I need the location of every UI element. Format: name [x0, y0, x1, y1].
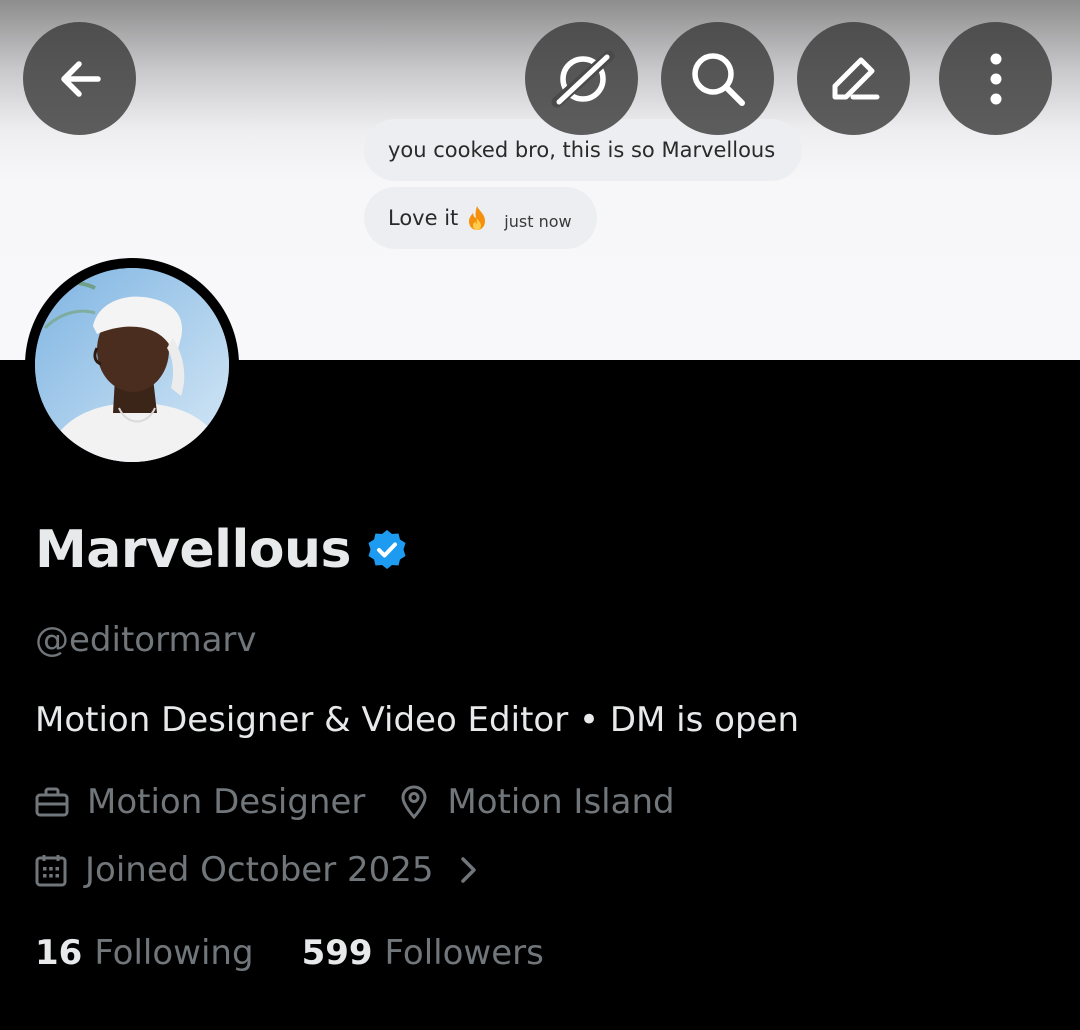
avatar[interactable]: [25, 258, 239, 472]
chat-timestamp: just now: [504, 211, 572, 231]
joined-row[interactable]: Joined October 2025: [35, 850, 498, 890]
profession-item: Motion Designer: [35, 782, 365, 822]
profile-name: Marvellous: [35, 520, 352, 580]
follow-stats: 16 Following 599 Followers: [35, 933, 544, 973]
chat-bubble-text: Love it: [388, 206, 459, 230]
edit-button[interactable]: [797, 22, 910, 135]
more-vertical-icon: [990, 53, 1001, 104]
location-item: Motion Island: [399, 782, 675, 822]
followers-label[interactable]: Followers: [385, 933, 544, 973]
followers-count[interactable]: 599: [302, 933, 373, 973]
profile-meta-row: Motion Designer Motion Island: [35, 782, 675, 822]
avatar-image: [35, 268, 229, 462]
profile-name-row: Marvellous: [35, 520, 409, 580]
location-pin-icon: [401, 785, 427, 819]
chevron-right-icon: [460, 857, 476, 883]
search-button[interactable]: [661, 22, 774, 135]
briefcase-icon: [35, 787, 69, 817]
location-text: Motion Island: [447, 782, 675, 822]
pencil-icon: [832, 57, 879, 99]
joined-text: Joined October 2025: [85, 850, 434, 890]
chat-bubble: Love it just now: [364, 187, 597, 249]
following-label[interactable]: Following: [94, 933, 253, 973]
more-options-button[interactable]: [939, 22, 1052, 135]
following-count[interactable]: 16: [35, 933, 82, 973]
chat-bubble-text: you cooked bro, this is so Marvellous: [388, 138, 776, 162]
arrow-left-icon: [60, 60, 101, 97]
search-icon: [691, 52, 745, 106]
profile-bio: Motion Designer & Video Editor • DM is o…: [35, 700, 799, 740]
verified-badge-icon[interactable]: [365, 528, 409, 572]
grok-button[interactable]: [525, 22, 638, 135]
profile-handle: @editormarv: [35, 620, 257, 660]
fire-icon: [466, 205, 488, 231]
grok-icon: [551, 50, 614, 107]
profession-text: Motion Designer: [87, 782, 366, 822]
back-button[interactable]: [23, 22, 136, 135]
calendar-icon: [35, 855, 67, 887]
joined-item[interactable]: Joined October 2025: [35, 850, 498, 890]
